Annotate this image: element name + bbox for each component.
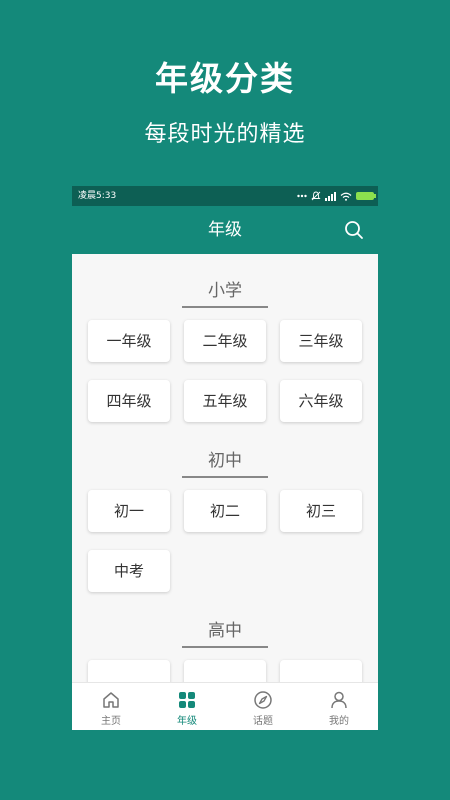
grade-button-zhongkao[interactable]: 中考 [88, 550, 170, 592]
status-bar: 凌晨5:33 [72, 186, 378, 206]
grade-button-high-3[interactable] [280, 660, 362, 682]
promo-headline: 年级分类 [155, 59, 295, 98]
grade-button-3[interactable]: 三年级 [280, 320, 362, 362]
section-underline [182, 476, 268, 478]
battery-icon [356, 192, 376, 200]
grade-button-1[interactable]: 一年级 [88, 320, 170, 362]
grade-button-high-2[interactable] [184, 660, 266, 682]
promo-background: 年级分类 每段时光的精选 凌晨5:33 年级 小学 一年级 二年级 三年级 四年… [0, 0, 450, 800]
bottom-tab-bar: 主页 年级 话题 我的 [72, 682, 378, 730]
section-title-primary: 小学 [208, 281, 242, 301]
grade-button-junior-3[interactable]: 初三 [280, 490, 362, 532]
grade-button-6[interactable]: 六年级 [280, 380, 362, 422]
tab-me[interactable]: 我的 [301, 683, 377, 730]
home-icon [103, 692, 119, 708]
page-title: 年级 [208, 220, 242, 240]
tab-topics[interactable]: 话题 [225, 683, 301, 730]
more-dots-icon [297, 194, 307, 198]
wifi-icon [340, 192, 352, 201]
grade-button-5[interactable]: 五年级 [184, 380, 266, 422]
app-bar: 年级 [72, 206, 378, 254]
tab-label: 我的 [329, 716, 349, 727]
signal-icon [325, 191, 336, 201]
status-time: 凌晨5:33 [78, 191, 117, 201]
section-underline [182, 306, 268, 308]
grid-icon [179, 692, 195, 708]
section-title-middle: 初中 [208, 451, 242, 471]
promo-subline: 每段时光的精选 [144, 122, 306, 147]
section-underline [182, 646, 268, 648]
status-icons [297, 186, 376, 206]
grade-button-junior-1[interactable]: 初一 [88, 490, 170, 532]
grade-list[interactable]: 小学 一年级 二年级 三年级 四年级 五年级 六年级 初中 初一 初二 初三 中… [72, 254, 378, 682]
tab-label: 年级 [177, 716, 197, 727]
grade-button-high-1[interactable] [88, 660, 170, 682]
grade-button-4[interactable]: 四年级 [88, 380, 170, 422]
tab-grade[interactable]: 年级 [149, 683, 225, 730]
tab-label: 主页 [101, 716, 121, 727]
tab-label: 话题 [253, 716, 273, 727]
grade-button-2[interactable]: 二年级 [184, 320, 266, 362]
grade-button-junior-2[interactable]: 初二 [184, 490, 266, 532]
tab-home[interactable]: 主页 [73, 683, 149, 730]
phone-screen: 凌晨5:33 年级 小学 一年级 二年级 三年级 四年级 五年级 六年级 初中 … [72, 186, 378, 730]
section-title-high: 高中 [208, 621, 242, 641]
bell-muted-icon [311, 191, 321, 201]
compass-icon [254, 691, 272, 709]
user-icon [331, 691, 347, 709]
search-icon[interactable] [344, 220, 364, 240]
